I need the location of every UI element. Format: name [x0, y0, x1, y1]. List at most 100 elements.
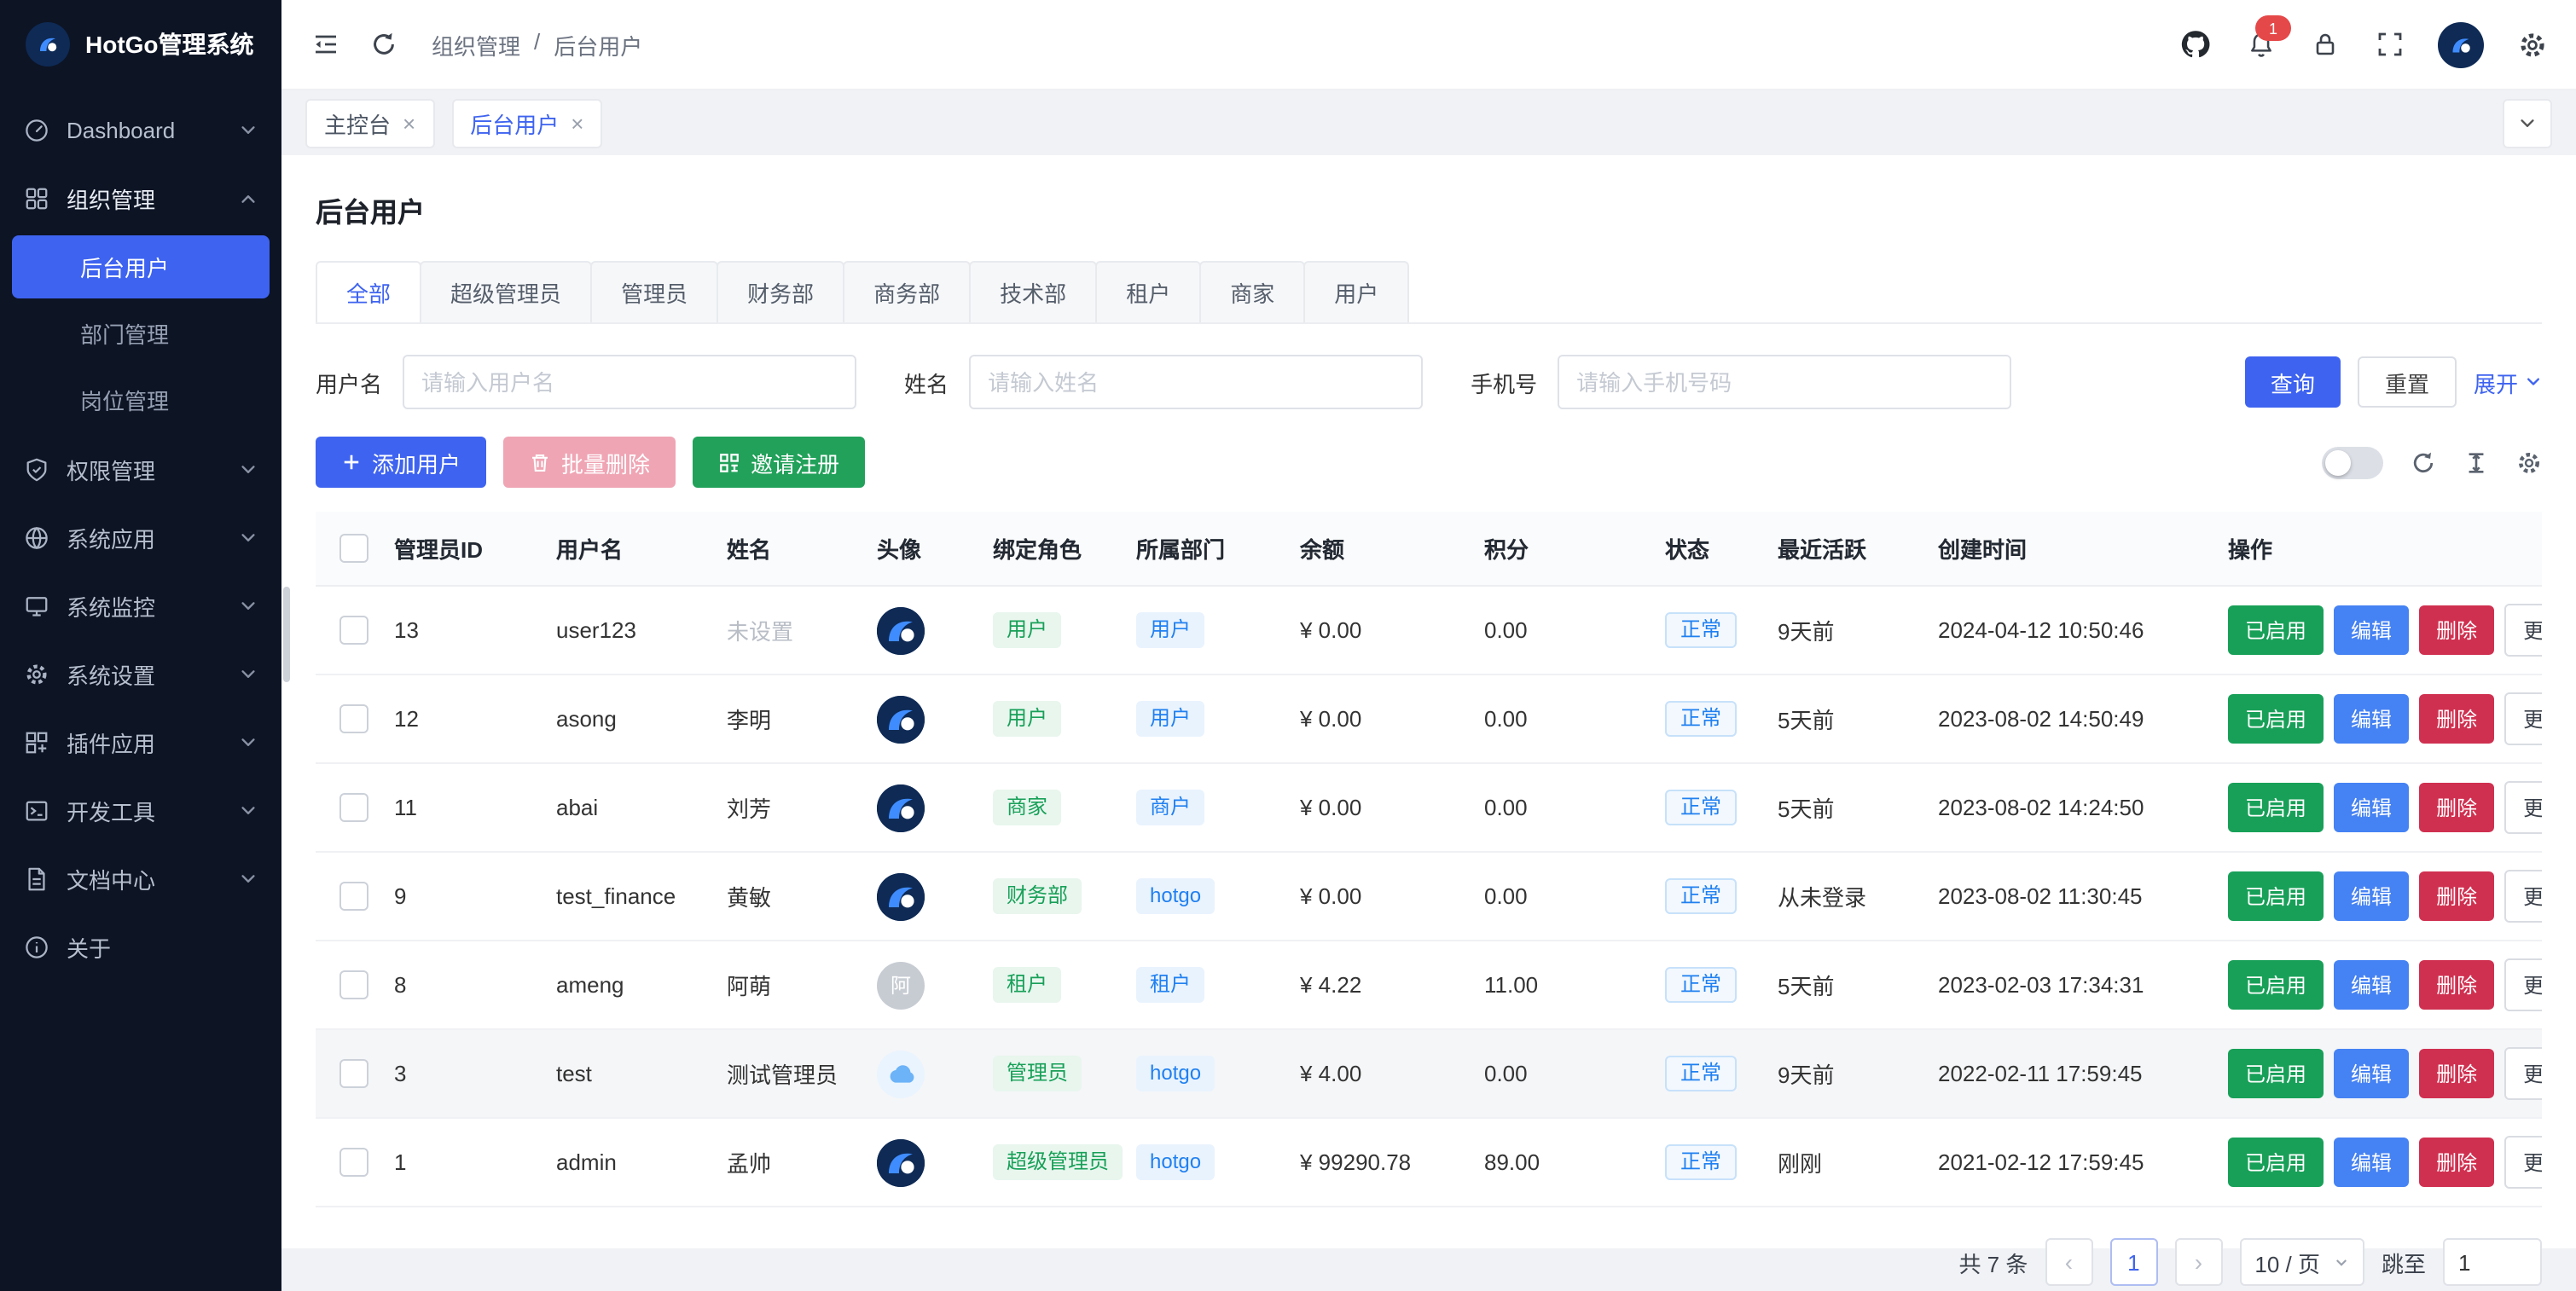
- row-checkbox[interactable]: [339, 793, 368, 822]
- edit-button[interactable]: 编辑: [2334, 1049, 2409, 1098]
- sidebar-item-org[interactable]: 组织管理: [0, 164, 281, 232]
- sidebar-item-system-settings[interactable]: 系统设置: [0, 640, 281, 708]
- delete-button[interactable]: 删除: [2419, 1049, 2494, 1098]
- page-size-select[interactable]: 10 / 页: [2239, 1238, 2364, 1286]
- sidebar-item-docs[interactable]: 文档中心: [0, 844, 281, 912]
- fullscreen-icon[interactable]: [2373, 27, 2407, 61]
- app-logo[interactable]: HotGo管理系统: [0, 0, 281, 89]
- lock-icon[interactable]: [2308, 27, 2342, 61]
- enabled-button[interactable]: 已启用: [2228, 1049, 2324, 1098]
- dashboard-icon: [24, 117, 49, 142]
- current-page[interactable]: 1: [2109, 1238, 2157, 1286]
- sidebar-item-plugins[interactable]: 插件应用: [0, 708, 281, 776]
- mobile-input[interactable]: [1558, 355, 2011, 409]
- sidebar-item-system-apps[interactable]: 系统应用: [0, 503, 281, 571]
- name-input[interactable]: [969, 355, 1423, 409]
- more-button[interactable]: 更多: [2504, 781, 2542, 834]
- category-tab-4[interactable]: 商务部: [843, 261, 971, 322]
- category-tab-0[interactable]: 全部: [316, 261, 421, 322]
- github-icon[interactable]: [2179, 27, 2213, 61]
- trash-icon: [529, 451, 551, 473]
- row-checkbox[interactable]: [339, 704, 368, 733]
- row-density-icon[interactable]: [2463, 449, 2489, 475]
- sidebar-subitem-label: 岗位管理: [80, 384, 169, 416]
- tabs-dropdown-button[interactable]: [2503, 98, 2552, 148]
- row-checkbox[interactable]: [339, 1148, 368, 1177]
- refresh-icon[interactable]: [367, 27, 401, 61]
- reset-button[interactable]: 重置: [2358, 356, 2457, 408]
- reload-table-icon[interactable]: [2411, 449, 2436, 475]
- row-checkbox[interactable]: [339, 882, 368, 911]
- more-button[interactable]: 更多: [2504, 1047, 2542, 1100]
- edit-button[interactable]: 编辑: [2334, 960, 2409, 1010]
- table-settings: [2322, 446, 2542, 478]
- sidebar-item-dev-tools[interactable]: 开发工具: [0, 776, 281, 844]
- sidebar-subitem-admin-users[interactable]: 后台用户: [12, 235, 270, 298]
- expand-filters-button[interactable]: 展开: [2474, 366, 2542, 398]
- delete-button[interactable]: 删除: [2419, 605, 2494, 655]
- row-checkbox[interactable]: [339, 970, 368, 999]
- delete-button[interactable]: 删除: [2419, 871, 2494, 921]
- delete-button[interactable]: 删除: [2419, 694, 2494, 744]
- add-user-button[interactable]: 添加用户: [316, 437, 486, 488]
- prev-page-button[interactable]: ‹: [2045, 1238, 2092, 1286]
- search-button[interactable]: 查询: [2245, 356, 2341, 408]
- breadcrumb-item-current[interactable]: 后台用户: [554, 28, 642, 61]
- more-button[interactable]: 更多: [2504, 604, 2542, 657]
- jump-page-input[interactable]: [2443, 1238, 2542, 1286]
- more-button[interactable]: 更多: [2504, 1136, 2542, 1189]
- edit-button[interactable]: 编辑: [2334, 783, 2409, 832]
- category-tab-1[interactable]: 超级管理员: [420, 261, 592, 322]
- page-tab-admin-users[interactable]: 后台用户 ×: [451, 98, 602, 148]
- category-tab-6[interactable]: 租户: [1095, 261, 1201, 322]
- more-button[interactable]: 更多: [2504, 958, 2542, 1011]
- enabled-button[interactable]: 已启用: [2228, 1138, 2324, 1187]
- delete-button[interactable]: 删除: [2419, 783, 2494, 832]
- page-tab-console[interactable]: 主控台 ×: [305, 98, 434, 148]
- enabled-button[interactable]: 已启用: [2228, 605, 2324, 655]
- delete-button[interactable]: 删除: [2419, 1138, 2494, 1187]
- enabled-button[interactable]: 已启用: [2228, 694, 2324, 744]
- invite-register-button[interactable]: 邀请注册: [693, 437, 865, 488]
- next-page-button[interactable]: ›: [2174, 1238, 2222, 1286]
- edit-button[interactable]: 编辑: [2334, 694, 2409, 744]
- close-icon[interactable]: ×: [571, 112, 583, 134]
- delete-button[interactable]: 删除: [2419, 960, 2494, 1010]
- batch-delete-button[interactable]: 批量删除: [503, 437, 676, 488]
- edit-button[interactable]: 编辑: [2334, 1138, 2409, 1187]
- category-tab-8[interactable]: 用户: [1303, 261, 1409, 322]
- enabled-button[interactable]: 已启用: [2228, 960, 2324, 1010]
- category-tab-7[interactable]: 商家: [1199, 261, 1305, 322]
- notifications-button[interactable]: 1: [2243, 27, 2277, 61]
- edit-button[interactable]: 编辑: [2334, 605, 2409, 655]
- category-tab-3[interactable]: 财务部: [717, 261, 844, 322]
- breadcrumb-item[interactable]: 组织管理: [432, 28, 520, 61]
- column-header: 所属部门: [1123, 512, 1286, 586]
- select-all-checkbox[interactable]: [339, 534, 368, 563]
- enabled-button[interactable]: 已启用: [2228, 783, 2324, 832]
- user-avatar[interactable]: [2438, 21, 2484, 67]
- column-settings-gear-icon[interactable]: [2516, 449, 2542, 475]
- category-tab-5[interactable]: 技术部: [969, 261, 1097, 322]
- username-input[interactable]: [403, 355, 856, 409]
- row-checkbox[interactable]: [339, 616, 368, 645]
- sidebar-subitem-departments[interactable]: 部门管理: [12, 302, 270, 365]
- scrollbar-thumb[interactable]: [283, 587, 290, 682]
- sidebar-item-permissions[interactable]: 权限管理: [0, 435, 281, 503]
- column-header: 余额: [1286, 512, 1471, 586]
- row-checkbox[interactable]: [339, 1059, 368, 1088]
- more-button[interactable]: 更多: [2504, 692, 2542, 745]
- more-button[interactable]: 更多: [2504, 870, 2542, 923]
- sidebar-subitem-positions[interactable]: 岗位管理: [12, 368, 270, 431]
- sidebar-item-system-monitor[interactable]: 系统监控: [0, 571, 281, 640]
- settings-gear-icon[interactable]: [2515, 27, 2549, 61]
- close-icon[interactable]: ×: [403, 112, 415, 134]
- enabled-button[interactable]: 已启用: [2228, 871, 2324, 921]
- striped-toggle[interactable]: [2322, 446, 2383, 478]
- edit-button[interactable]: 编辑: [2334, 871, 2409, 921]
- menu-fold-icon[interactable]: [309, 27, 343, 61]
- sidebar-item-about[interactable]: 关于: [0, 912, 281, 981]
- sidebar-item-dashboard[interactable]: Dashboard: [0, 96, 281, 164]
- breadcrumb-separator: /: [534, 28, 540, 61]
- category-tab-2[interactable]: 管理员: [590, 261, 718, 322]
